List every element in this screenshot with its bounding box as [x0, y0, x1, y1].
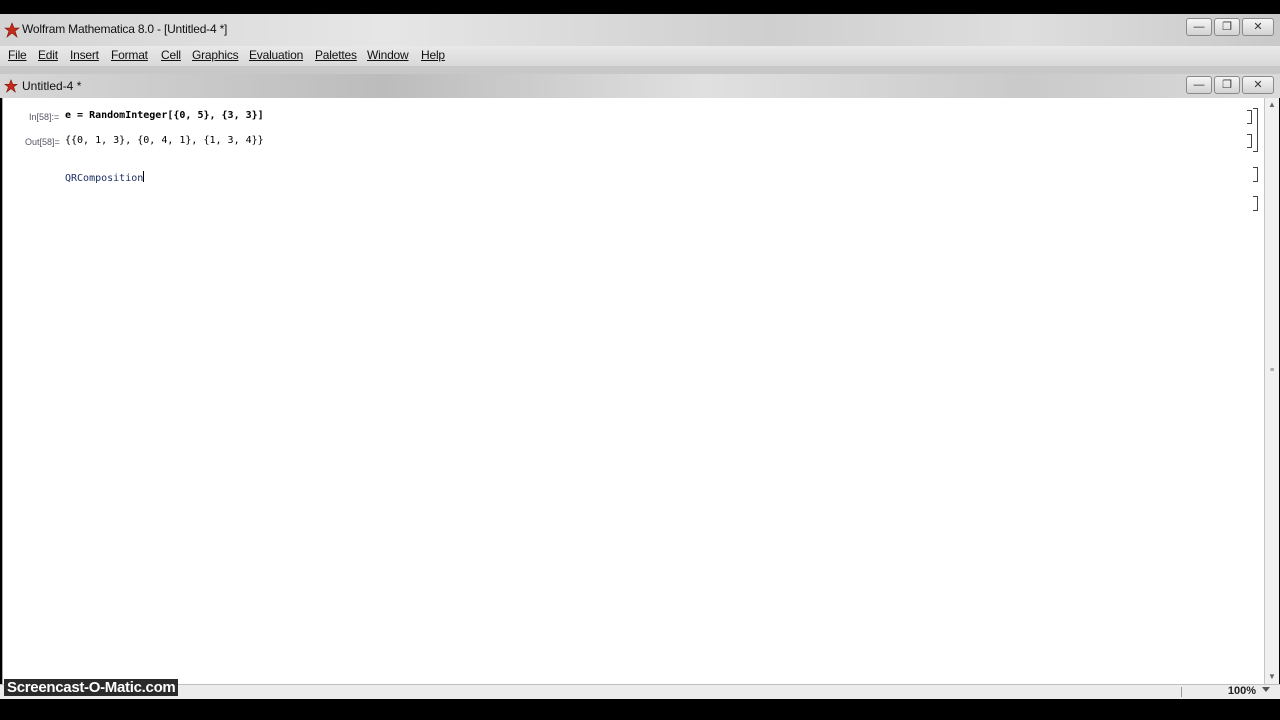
menu-format[interactable]: Format	[111, 48, 148, 62]
output-cell-code[interactable]: {{0, 1, 3}, {0, 4, 1}, {1, 3, 4}}	[65, 135, 264, 146]
menu-file[interactable]: File	[8, 48, 27, 62]
menu-cell[interactable]: Cell	[161, 48, 181, 62]
menu-help[interactable]: Help	[421, 48, 445, 62]
minimize-button[interactable]: —	[1186, 18, 1212, 36]
close-button[interactable]: ✕	[1242, 18, 1274, 36]
text-caret	[143, 171, 145, 183]
input-cell-bracket[interactable]	[1247, 110, 1252, 124]
current-input-text[interactable]: QRComposition	[65, 173, 143, 184]
maximize-button[interactable]: ❐	[1214, 18, 1240, 36]
zoom-dropdown-icon[interactable]	[1262, 687, 1270, 692]
notebook-close-button[interactable]: ✕	[1242, 76, 1274, 94]
notebook-area[interactable]: In[58]:= e = RandomInteger[{0, 5}, {3, 3…	[2, 98, 1265, 684]
output-cell-bracket[interactable]	[1247, 134, 1252, 148]
insertion-cell-bracket[interactable]	[1253, 196, 1258, 211]
input-cell-code[interactable]: e = RandomInteger[{0, 5}, {3, 3}]	[65, 110, 264, 121]
notebook-maximize-button[interactable]: ❐	[1214, 76, 1240, 94]
menu-bar: File Edit Insert Format Cell Graphics Ev…	[0, 46, 1280, 66]
menu-graphics[interactable]: Graphics	[192, 48, 239, 62]
notebook-title: Untitled-4 *	[22, 79, 82, 93]
current-input-cell[interactable]: QRComposition	[65, 168, 145, 186]
current-cell-bracket[interactable]	[1253, 167, 1258, 182]
scroll-grip-icon[interactable]: ≡	[1267, 366, 1277, 376]
menu-palettes[interactable]: Palettes	[315, 48, 357, 62]
workspace-background	[0, 66, 1280, 74]
status-divider	[1181, 687, 1200, 697]
scroll-down-icon[interactable]: ▼	[1267, 672, 1277, 682]
menu-evaluation[interactable]: Evaluation	[249, 48, 303, 62]
scroll-up-icon[interactable]: ▲	[1267, 100, 1277, 110]
input-cell-label: In[58]:=	[29, 112, 60, 122]
menu-insert[interactable]: Insert	[70, 48, 99, 62]
notebook-minimize-button[interactable]: —	[1186, 76, 1212, 94]
letterbox-bar	[0, 699, 1280, 720]
app-title: Wolfram Mathematica 8.0 - [Untitled-4 *]	[22, 22, 228, 36]
menu-window[interactable]: Window	[367, 48, 409, 62]
mathematica-logo-icon	[4, 22, 20, 38]
zoom-level[interactable]: 100%	[1228, 685, 1256, 697]
output-cell-label: Out[58]=	[25, 137, 60, 147]
menu-edit[interactable]: Edit	[38, 48, 58, 62]
notebook-icon	[4, 79, 18, 93]
app-title-bar[interactable]: Wolfram Mathematica 8.0 - [Untitled-4 *]…	[0, 14, 1280, 46]
notebook-title-bar[interactable]: Untitled-4 * — ❐ ✕	[0, 74, 1280, 98]
status-bar: 100%	[0, 684, 1280, 699]
group-cell-bracket[interactable]	[1253, 108, 1258, 152]
vertical-scrollbar[interactable]: ▲ ≡ ▼	[1264, 98, 1279, 684]
screencast-watermark: Screencast-O-Matic.com	[4, 679, 179, 696]
